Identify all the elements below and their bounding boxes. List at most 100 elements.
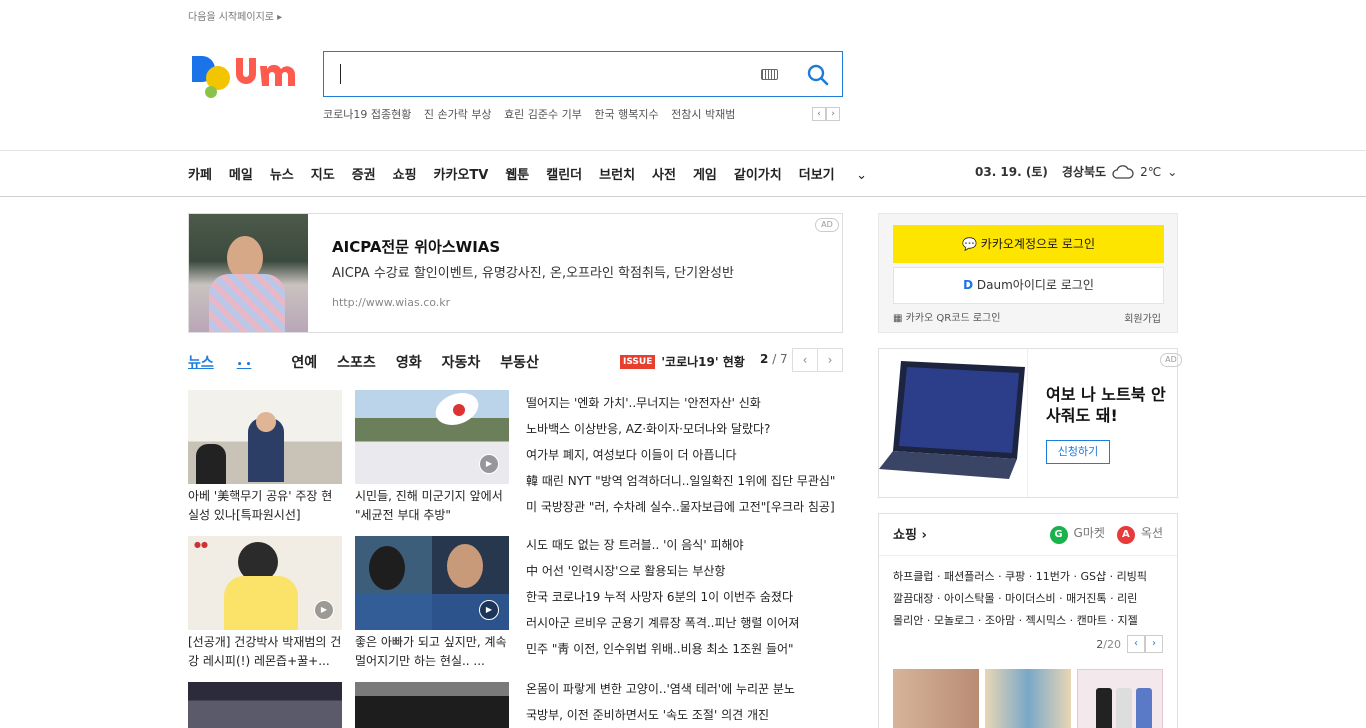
daum-logo[interactable] (188, 48, 306, 100)
divider (0, 150, 1366, 151)
chevron-left-icon[interactable]: ‹ (812, 107, 826, 121)
shop-link-row[interactable]: 하프클럽 · 패션플러스 · 쿠팡 · 11번가 · GS샵 · 리빙픽 (893, 566, 1165, 588)
ad-title: 여보 나 노트북 안 사줘도 돼! (1046, 385, 1166, 425)
suggestion-item[interactable]: 한국 행복지수 (594, 108, 658, 121)
shop-links: 하프클럽 · 패션플러스 · 쿠팡 · 11번가 · GS샵 · 리빙픽 깔끔대… (893, 566, 1165, 632)
gnb-more[interactable]: 더보기 ⌄ (799, 164, 884, 183)
suggestion-item[interactable]: 효린 김준수 기부 (504, 108, 582, 121)
news-card[interactable]: ▶ 좋은 아빠가 되고 싶지만, 계속 멀어지기만 하는 현실.. ... (355, 536, 509, 671)
shop-link-row[interactable]: 몰리안 · 모놀로그 · 조아맘 · 젝시믹스 · 캔마트 · 지젤 (893, 610, 1165, 632)
tab-movie[interactable]: 영화 (396, 352, 422, 372)
headline-item[interactable]: 中 어선 '인력시장'으로 활용되는 부산항 (526, 558, 799, 584)
ad-badge[interactable]: AD (815, 218, 839, 232)
shop-partners: G G마켓 A 옥션 (1049, 524, 1163, 544)
tab-car[interactable]: 자동차 (442, 352, 481, 372)
search-input[interactable] (338, 60, 738, 88)
chevron-left-icon[interactable]: ‹ (1127, 635, 1145, 653)
news-card[interactable]: ▶ 시민들, 진해 미군기지 앞에서 "세균전 부대 추방" (355, 390, 509, 525)
keyboard-icon[interactable] (761, 69, 778, 80)
gnb-item[interactable]: 같이가치 (734, 164, 782, 183)
suggestion-item[interactable]: 진 손가락 부상 (424, 108, 492, 121)
headline-item[interactable]: 시도 때도 없는 장 트러블.. '이 음식' 피해야 (526, 532, 799, 558)
issue-text: '코로나19' 현황 (661, 355, 745, 369)
product-image[interactable] (1077, 669, 1163, 728)
divider (0, 196, 1366, 197)
ad-badge[interactable]: AD (1160, 353, 1182, 367)
gmarket-logo-icon: G (1049, 526, 1068, 544)
gnb-item[interactable]: 카페 (188, 164, 212, 183)
headline-item[interactable]: 미 국방장관 "러, 수차례 실수..물자보급에 고전"[우크라 침공] (526, 494, 835, 520)
tab-entertainment[interactable]: 연예 (291, 352, 317, 372)
search-box[interactable] (323, 51, 843, 97)
news-card[interactable] (355, 682, 509, 728)
weather-widget[interactable]: 03. 19. (토) 경상북도 2℃ ⌄ (975, 163, 1177, 180)
daum-d-icon: D (963, 278, 974, 292)
gnb-item[interactable]: 지도 (311, 164, 335, 183)
chevron-down-icon: ⌄ (856, 168, 868, 183)
gmarket-link[interactable]: G G마켓 (1049, 524, 1105, 544)
headline-item[interactable]: 국방부, 이전 준비하면서도 '속도 조절' 의견 개진 (526, 702, 795, 728)
divider (879, 555, 1177, 556)
gnb-item[interactable]: 증권 (352, 164, 376, 183)
headline-item[interactable]: 떨어지는 '엔화 가치'..무너지는 '안전자산' 신화 (526, 390, 835, 416)
news-card[interactable]: 아베 '美핵무기 공유' 주장 현실성 있나[특파원시선] (188, 390, 342, 525)
headline-list: 떨어지는 '엔화 가치'..무너지는 '안전자산' 신화 노바백스 이상반응, … (526, 390, 835, 520)
product-image[interactable] (985, 669, 1071, 728)
gnb-item[interactable]: 뉴스 (270, 164, 294, 183)
news-card[interactable] (188, 682, 342, 728)
gnb-item[interactable]: 캘린더 (546, 164, 582, 183)
apply-button[interactable]: 신청하기 (1046, 440, 1110, 464)
chevron-right-icon[interactable]: › (826, 107, 840, 121)
shop-pager: 2/20 ‹ › (1096, 635, 1163, 653)
suggestion-item[interactable]: 코로나19 접종현황 (323, 108, 411, 121)
region-text: 경상북도 (1061, 165, 1107, 179)
headline-item[interactable]: 러시아군 르비우 군용기 계류장 폭격..피난 행렬 이어져 (526, 610, 799, 636)
temperature-text: 2℃ (1140, 164, 1162, 179)
auction-logo-icon: A (1116, 526, 1135, 544)
issue-badge: ISSUE (620, 354, 656, 369)
chevron-right-icon[interactable]: › (817, 348, 843, 372)
headline-item[interactable]: 노바백스 이상반응, AZ·화이자·모더나와 달랐다? (526, 416, 835, 442)
banner-ad[interactable]: AICPA전문 위아스WIAS AICPA 수강료 할인이벤트, 유명강사진, … (188, 213, 843, 333)
chevron-right-icon[interactable]: › (1145, 635, 1163, 653)
headline-item[interactable]: 韓 때린 NYT "방역 엄격하더니..일일확진 1위에 집단 무관심" (526, 468, 835, 494)
shopping-title[interactable]: 쇼핑 › (893, 524, 927, 543)
gnb-item[interactable]: 쇼핑 (393, 164, 417, 183)
news-caption: [선공개] 건강박사 박재범의 건강 레시피(!) 레몬즙+꿀+... (188, 635, 342, 668)
headline-item[interactable]: 온몸이 파랗게 변한 고양이..'염색 테러'에 누리꾼 분노 (526, 676, 795, 702)
gnb-item[interactable]: 웹툰 (505, 164, 529, 183)
news-tabs: 뉴스 • • 연예 스포츠 영화 자동차 부동산 (188, 352, 559, 372)
tab-realestate[interactable]: 부동산 (500, 352, 539, 372)
gnb-item[interactable]: 게임 (693, 164, 717, 183)
product-image[interactable] (893, 669, 979, 728)
gnb-item[interactable]: 사전 (652, 164, 676, 183)
text-caret (340, 64, 341, 84)
headline-item[interactable]: 민주 "靑 이전, 인수위법 위배..비용 최소 1조원 들어" (526, 636, 799, 662)
daum-login-button[interactable]: D Daum아이디로 로그인 (893, 267, 1164, 304)
kakao-login-button[interactable]: 💬 카카오계정으로 로그인 (893, 225, 1164, 263)
shop-link-row[interactable]: 깔끔대장 · 아이스탁몰 · 마이더스비 · 매거진톡 · 리린 (893, 588, 1165, 610)
tab-news[interactable]: 뉴스 • • (188, 352, 271, 372)
auction-link[interactable]: A 옥션 (1116, 524, 1163, 544)
news-thumbnail (188, 682, 342, 728)
start-page-link[interactable]: 다음을 시작페이지로 ▸ (188, 8, 282, 23)
gnb-item[interactable]: 카카오TV (434, 164, 489, 183)
chevron-left-icon[interactable]: ‹ (792, 348, 818, 372)
suggestion-item[interactable]: 전참시 박재범 (671, 108, 735, 121)
news-card[interactable]: ●● ▶ [선공개] 건강박사 박재범의 건강 레시피(!) 레몬즙+꿀+... (188, 536, 342, 671)
gnb-item[interactable]: 메일 (229, 164, 253, 183)
signup-link[interactable]: 회원가입 (1124, 310, 1161, 325)
tab-sports[interactable]: 스포츠 (337, 352, 376, 372)
search-icon[interactable] (806, 63, 830, 87)
play-icon: ▶ (314, 600, 334, 620)
ad-lecturer-image (189, 214, 308, 332)
headline-item[interactable]: 한국 코로나19 누적 사망자 6분의 1이 이번주 숨졌다 (526, 584, 799, 610)
issue-link[interactable]: ISSUE '코로나19' 현황 (620, 353, 745, 370)
side-ad[interactable]: 여보 나 노트북 안 사줘도 돼! 신청하기 AD (878, 348, 1182, 498)
news-caption: 좋은 아빠가 되고 싶지만, 계속 멀어지기만 하는 현실.. ... (355, 635, 507, 668)
qr-login-link[interactable]: ▦ 카카오 QR코드 로그인 (893, 309, 1000, 324)
ad-title: AICPA전문 위아스WIAS (332, 238, 501, 256)
gnb-item[interactable]: 브런치 (599, 164, 635, 183)
headline-item[interactable]: 여가부 폐지, 여성보다 이들이 더 아픕니다 (526, 442, 835, 468)
suggestion-nav: ‹ › (812, 107, 840, 121)
